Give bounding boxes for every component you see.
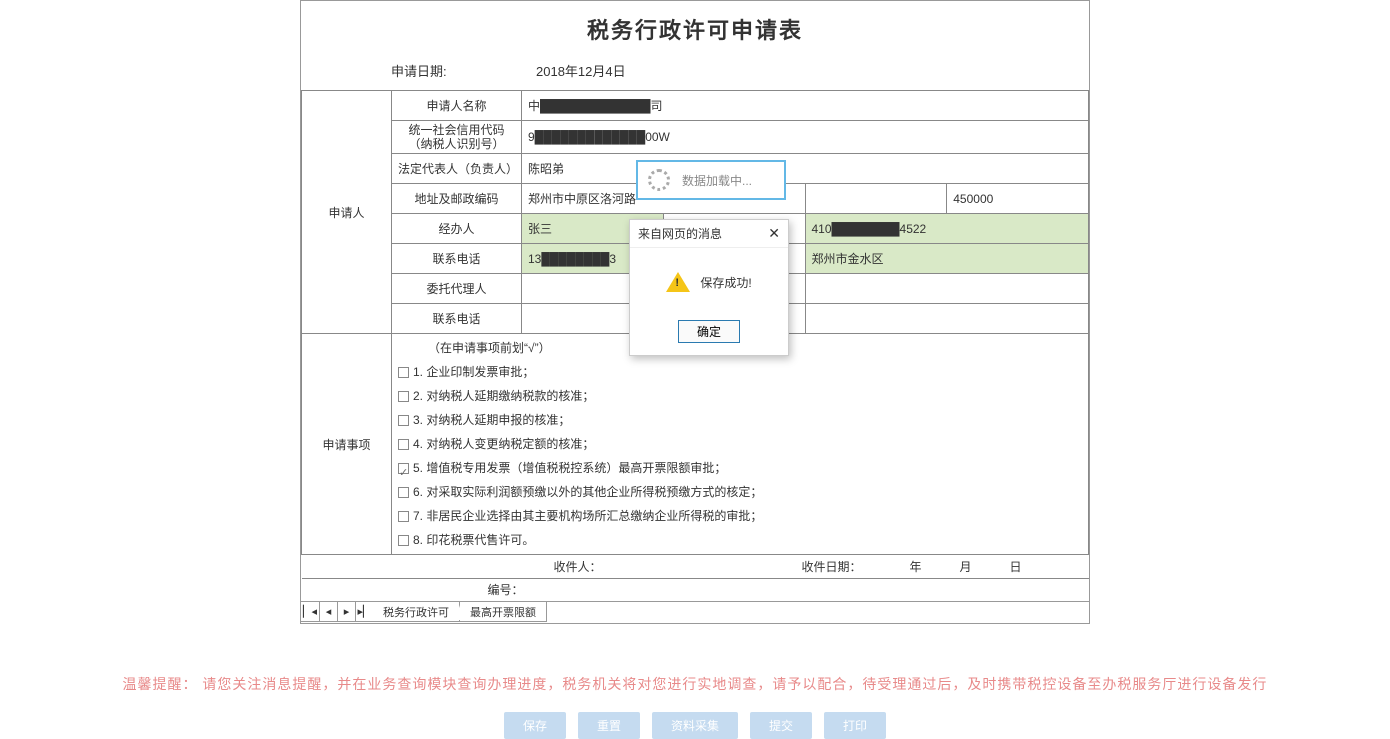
receiver-label: 收件人：	[302, 558, 602, 575]
warning-icon	[666, 272, 690, 292]
sheet-tab-2[interactable]: 最高开票限额	[460, 602, 547, 622]
applicant-side-label: 申请人	[302, 91, 392, 334]
sheet-nav: ▏◂ ◂ ▸ ▸▏ 税务行政许可 最高开票限额	[301, 601, 1089, 623]
matter-text: 7. 非居民企业选择由其主要机构场所汇总缴纳企业所得税的审批；	[413, 504, 762, 528]
name-value: 中█████████████司	[522, 91, 1089, 121]
credit-label: 统一社会信用代码（纳税人识别号）	[392, 121, 522, 154]
matter-text: 8. 印花税票代售许可。	[413, 528, 534, 552]
phone-label: 联系电话	[392, 244, 522, 274]
matter-text: 3. 对纳税人延期申报的核准；	[413, 408, 570, 432]
message-dialog: 来自网页的消息 ✕ 保存成功! 确定	[629, 219, 789, 356]
matter-item-6[interactable]: 6. 对采取实际利润额预缴以外的其他企业所得税预缴方式的核定；	[398, 480, 1082, 504]
day-label: 日	[972, 558, 1022, 575]
date-value: 2018年12月4日	[536, 61, 626, 80]
date-label: 申请日期:	[391, 61, 481, 80]
checkbox-icon[interactable]	[398, 391, 409, 402]
credit-value: 9█████████████00W	[522, 121, 1089, 154]
matter-item-4[interactable]: 4. 对纳税人变更纳税定额的核准；	[398, 432, 1082, 456]
no-label: 编号：	[308, 581, 1083, 598]
dialog-title: 来自网页的消息	[638, 225, 722, 242]
ok-button[interactable]: 确定	[678, 320, 740, 343]
checkbox-icon[interactable]	[398, 415, 409, 426]
name-label: 申请人名称	[392, 91, 522, 121]
month-label: 月	[922, 558, 972, 575]
print-button[interactable]: 打印	[824, 712, 886, 739]
matter-text: 5. 增值税专用发票（增值税税控系统）最高开票限额审批；	[413, 456, 726, 480]
matter-item-8[interactable]: 8. 印花税票代售许可。	[398, 528, 1082, 552]
postcode-cell	[805, 184, 947, 214]
nav-next-icon[interactable]: ▸	[337, 602, 355, 622]
id-value[interactable]: 410████████4522	[805, 214, 1089, 244]
dialog-text: 保存成功!	[700, 274, 751, 291]
submit-button[interactable]: 提交	[750, 712, 812, 739]
matters-side-label: 申请事项	[302, 334, 392, 555]
matter-text: 6. 对采取实际利润额预缴以外的其他企业所得税预缴方式的核定；	[413, 480, 762, 504]
close-icon[interactable]: ✕	[768, 225, 780, 242]
legal-value: 陈昭弟	[522, 154, 1089, 184]
recvdate-label: 收件日期：	[602, 558, 862, 575]
checkbox-icon[interactable]	[398, 535, 409, 546]
checkbox-icon[interactable]	[398, 487, 409, 498]
spinner-icon	[648, 169, 670, 191]
proxy-label: 委托代理人	[392, 274, 522, 304]
matter-item-7[interactable]: 7. 非居民企业选择由其主要机构场所汇总缴纳企业所得税的审批；	[398, 504, 1082, 528]
proxyphone-label: 联系电话	[392, 304, 522, 334]
contactaddr-value[interactable]: 郑州市金水区	[805, 244, 1089, 274]
action-bar: 保存 重置 资料采集 提交 打印	[0, 712, 1390, 739]
matter-item-5[interactable]: 5. 增值税专用发票（增值税税控系统）最高开票限额审批；	[398, 456, 1082, 480]
proxyid-value[interactable]	[805, 274, 1089, 304]
year-label: 年	[862, 558, 922, 575]
legal-label: 法定代表人（负责人）	[392, 154, 522, 184]
checkbox-icon[interactable]	[398, 367, 409, 378]
matter-item-3[interactable]: 3. 对纳税人延期申报的核准；	[398, 408, 1082, 432]
proxyaddr-value[interactable]	[805, 304, 1089, 334]
reset-button[interactable]: 重置	[578, 712, 640, 739]
matter-text: 4. 对纳税人变更纳税定额的核准；	[413, 432, 594, 456]
checkbox-icon[interactable]	[398, 439, 409, 450]
save-button[interactable]: 保存	[504, 712, 566, 739]
loading-text: 数据加载中...	[682, 172, 752, 189]
checkbox-icon[interactable]	[398, 463, 409, 474]
nav-prev-icon[interactable]: ◂	[319, 602, 337, 622]
agent-label: 经办人	[392, 214, 522, 244]
matter-item-1[interactable]: 1. 企业印制发票审批；	[398, 360, 1082, 384]
addr-label: 地址及邮政编码	[392, 184, 522, 214]
sheet-tab-1[interactable]: 税务行政许可	[373, 602, 460, 622]
nav-first-icon[interactable]: ▏◂	[301, 602, 319, 622]
checkbox-icon[interactable]	[398, 511, 409, 522]
matter-item-2[interactable]: 2. 对纳税人延期缴纳税款的核准；	[398, 384, 1082, 408]
date-row: 申请日期: 2018年12月4日	[301, 51, 1089, 90]
form-title: 税务行政许可申请表	[301, 1, 1089, 51]
matters-cell: （在申请事项前划“√”） 1. 企业印制发票审批；2. 对纳税人延期缴纳税款的核…	[392, 334, 1089, 555]
matter-text: 2. 对纳税人延期缴纳税款的核准；	[413, 384, 594, 408]
matter-text: 1. 企业印制发票审批；	[413, 360, 534, 384]
collect-button[interactable]: 资料采集	[652, 712, 738, 739]
postcode-value: 450000	[947, 184, 1089, 214]
loading-box: 数据加载中...	[636, 160, 786, 200]
